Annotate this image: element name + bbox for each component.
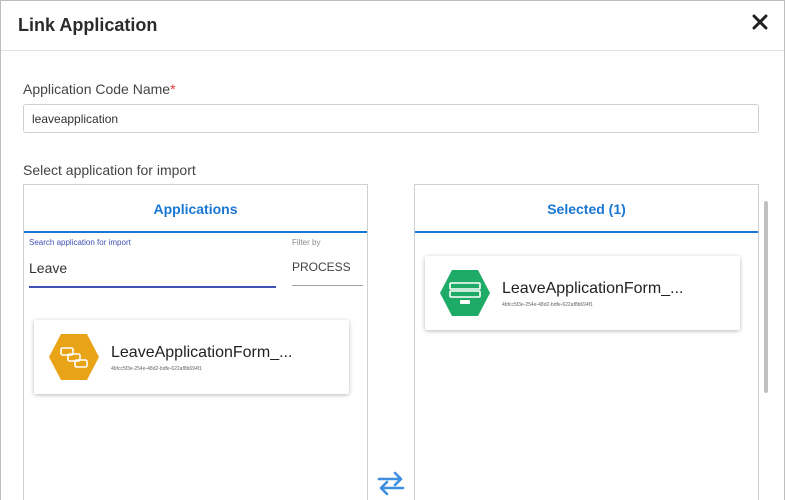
close-icon[interactable]: [750, 11, 770, 33]
search-input[interactable]: Leave: [29, 249, 276, 288]
search-label: Search application for import: [29, 238, 131, 247]
dialog-title: Link Application: [18, 15, 158, 35]
application-name: LeaveApplicationForm_...: [111, 344, 293, 361]
dialog-header: Link Application: [1, 1, 784, 51]
transfer-arrows-icon[interactable]: [376, 470, 406, 496]
application-card[interactable]: LeaveApplicationForm_... 4bfcc5f3e-254e-…: [34, 320, 349, 394]
application-code-label: Application Code Name*: [23, 81, 176, 97]
selected-application-card[interactable]: LeaveApplicationForm_... 4bfcc5f3e-254e-…: [425, 256, 740, 330]
filter-select[interactable]: PROCESS: [292, 249, 363, 286]
selected-panel: Selected (1) LeaveApplicationForm_... 4b…: [414, 184, 759, 500]
link-application-dialog: Link Application Application Code Name* …: [0, 0, 785, 500]
scrollbar-thumb[interactable]: [764, 201, 768, 393]
process-icon: [49, 334, 99, 380]
applications-tab[interactable]: Applications: [24, 185, 367, 233]
application-code-label-text: Application Code Name: [23, 81, 171, 97]
required-mark: *: [170, 81, 176, 97]
filter-label: Filter by: [292, 238, 321, 247]
select-application-label: Select application for import: [23, 162, 196, 178]
application-id: 4bfcc5f3e-254e-48d2-bdfe-622af8b694f1: [111, 366, 202, 372]
selected-application-id: 4bfcc5f3e-254e-48d2-bdfe-622af8b694f1: [502, 302, 593, 308]
selected-application-name: LeaveApplicationForm_...: [502, 280, 684, 297]
applications-panel: Applications Search application for impo…: [23, 184, 368, 500]
application-code-input[interactable]: [23, 104, 759, 133]
selected-tab[interactable]: Selected (1): [415, 185, 758, 233]
form-icon: [440, 270, 490, 316]
